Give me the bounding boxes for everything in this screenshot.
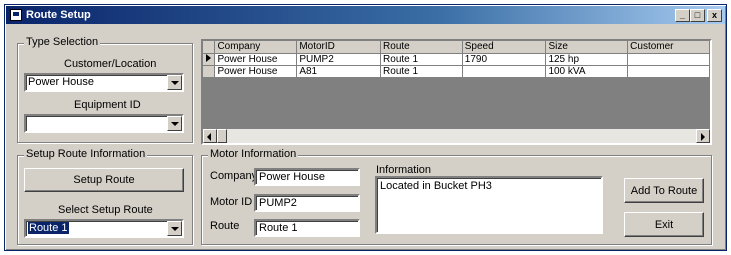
table-cell[interactable] <box>462 65 547 78</box>
company-field[interactable]: Power House <box>254 168 360 186</box>
table-cell[interactable]: 125 hp <box>545 53 629 66</box>
table-cell[interactable]: Power House <box>214 65 298 78</box>
table-cell[interactable]: 100 kVA <box>545 65 629 78</box>
table-cell[interactable]: Route 1 <box>380 53 463 66</box>
row-selector[interactable] <box>203 65 216 78</box>
column-header[interactable]: MotorID <box>296 41 382 54</box>
grid-header-row: Company MotorID Route Speed Size Custome… <box>203 41 710 54</box>
route-field[interactable]: Route 1 <box>254 219 360 237</box>
type-selection-group: Type Selection Customer/Location Power H… <box>17 36 193 143</box>
table-cell[interactable]: 1790 <box>462 53 547 66</box>
maximize-button[interactable]: □ <box>690 8 705 22</box>
column-header[interactable]: Speed <box>462 41 547 54</box>
scroll-left-icon[interactable] <box>203 129 217 143</box>
table-row[interactable]: Power House A81 Route 1 100 kVA <box>203 65 710 78</box>
setup-route-button[interactable]: Setup Route <box>24 168 184 192</box>
motor-id-label: Motor ID <box>210 196 253 208</box>
motor-info-group: Motor Information Company Power House Mo… <box>201 148 712 245</box>
close-button[interactable]: x <box>707 8 722 22</box>
motor-id-field[interactable]: PUMP2 <box>254 194 360 212</box>
title-bar[interactable]: Route Setup _ □ x <box>6 6 725 24</box>
exit-button[interactable]: Exit <box>624 212 704 237</box>
add-to-route-button[interactable]: Add To Route <box>624 178 704 203</box>
table-row[interactable]: Power House PUMP2 Route 1 1790 125 hp <box>203 53 710 66</box>
motor-info-legend: Motor Information <box>208 148 299 160</box>
app-icon <box>10 9 22 21</box>
minimize-button[interactable]: _ <box>675 8 690 22</box>
column-header[interactable]: Route <box>380 41 463 54</box>
current-row-icon <box>206 53 212 62</box>
information-textarea[interactable]: Located in Bucket PH3 <box>375 176 603 234</box>
route-grid[interactable]: Company MotorID Route Speed Size Custome… <box>201 39 712 145</box>
customer-location-value: Power House <box>28 76 95 88</box>
table-cell[interactable]: A81 <box>296 65 382 78</box>
table-cell[interactable]: Power House <box>214 53 298 66</box>
horizontal-scrollbar[interactable] <box>203 129 710 143</box>
column-header[interactable]: Size <box>545 41 629 54</box>
setup-route-info-legend: Setup Route Information <box>24 148 148 160</box>
select-setup-route-combo[interactable]: Route 1 <box>24 219 184 238</box>
column-header[interactable]: Company <box>214 41 298 54</box>
route-table: Company MotorID Route Speed Size Custome… <box>203 41 710 78</box>
select-setup-route-label: Select Setup Route <box>58 204 153 216</box>
scroll-right-icon[interactable] <box>696 129 710 143</box>
customer-location-combo[interactable]: Power House <box>24 73 184 92</box>
equipment-id-label: Equipment ID <box>74 99 141 111</box>
window-title: Route Setup <box>26 9 91 21</box>
row-header-corner <box>203 41 216 54</box>
chevron-down-icon[interactable] <box>167 116 182 131</box>
chevron-down-icon[interactable] <box>167 221 182 236</box>
type-selection-legend: Type Selection <box>24 36 101 48</box>
equipment-id-combo[interactable] <box>24 114 184 133</box>
table-cell[interactable] <box>627 65 710 78</box>
route-setup-window: Route Setup _ □ x Type Selection Custome… <box>4 4 727 251</box>
route-label: Route <box>210 220 240 232</box>
column-header[interactable]: Customer <box>627 41 710 54</box>
customer-location-label: Customer/Location <box>64 58 157 70</box>
setup-route-info-group: Setup Route Information Setup Route Sele… <box>17 148 193 245</box>
table-cell[interactable]: Route 1 <box>380 65 463 78</box>
select-setup-route-value: Route 1 <box>28 222 69 234</box>
company-label: Company <box>210 170 258 182</box>
row-selector[interactable] <box>203 53 216 66</box>
information-label: Information <box>376 164 432 176</box>
table-cell[interactable] <box>627 53 710 66</box>
table-cell[interactable]: PUMP2 <box>296 53 382 66</box>
chevron-down-icon[interactable] <box>167 75 182 90</box>
scroll-thumb[interactable] <box>217 129 227 143</box>
